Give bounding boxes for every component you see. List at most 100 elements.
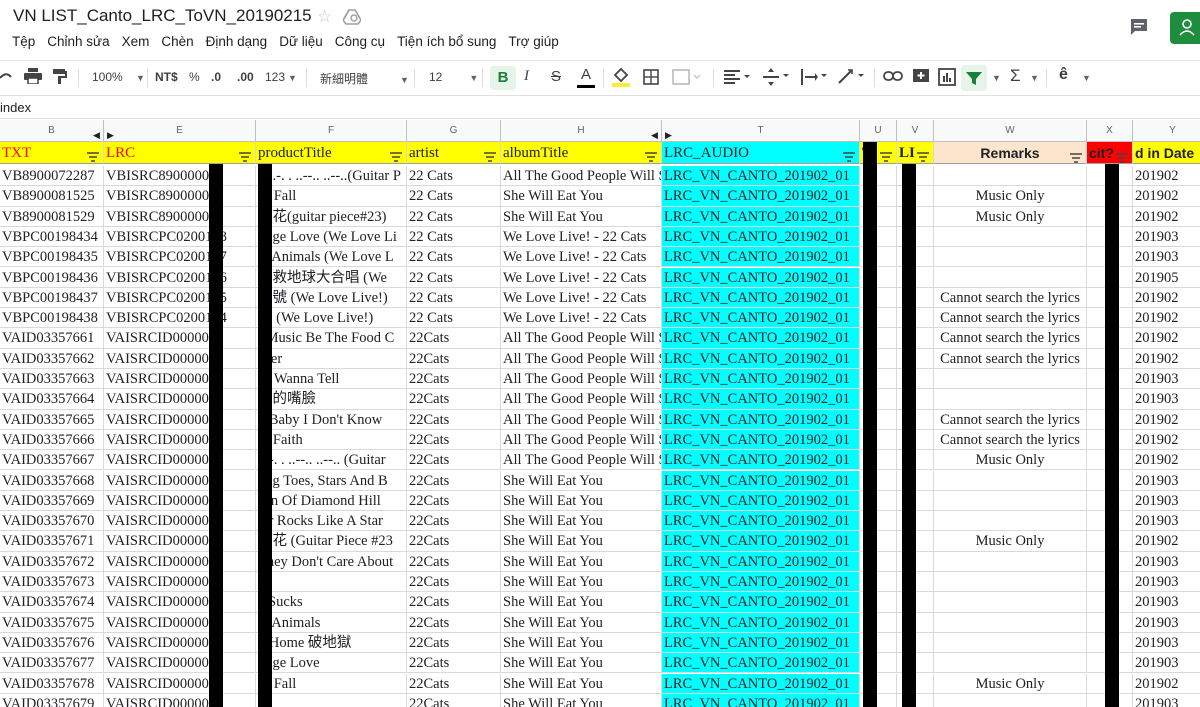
cell-lrc-audio[interactable]: LRC_VN_CANTO_201902_01 [662,673,860,694]
cell-added-date[interactable]: 201903 [1133,694,1200,707]
cell-product-title[interactable]: 聲救地球大合唱 (We [256,267,407,288]
cell-artist[interactable]: 22Cats [407,450,501,471]
cell-product-title[interactable]: w Animals (We Love L [256,247,407,268]
cell-lrc-audio[interactable]: LRC_VN_CANTO_201902_01 [662,612,860,633]
cell-txt[interactable]: VAID03357673 [0,572,104,593]
cell-added-date[interactable]: 201903 [1133,247,1200,268]
cell-lrc[interactable]: VAISRCID0000046 [104,409,256,430]
cell-added-date[interactable]: 201903 [1133,613,1200,633]
cell-artist[interactable]: 22Cats [407,673,501,694]
cell-remarks[interactable]: Music Only [934,206,1087,227]
cell-txt[interactable]: VB8900081529 [0,206,104,227]
cell-product-title[interactable]: 吸 [256,693,407,707]
cell-added-date[interactable]: 201902 [1133,207,1200,227]
cell-lrc-audio[interactable]: LRC_VN_CANTO_201902_01 [662,653,860,674]
cell-lrc[interactable]: VBISRCPC0200158 [104,226,256,248]
document-title[interactable]: VN LIST_Canto_LRC_ToVN_20190215 [13,6,312,26]
cell-remarks[interactable]: Music Only [934,531,1087,552]
cell-remarks[interactable] [934,226,1087,248]
cell-lrc-audio[interactable]: LRC_VN_CANTO_201902_01 [662,450,860,471]
insert-comment-icon[interactable] [912,68,930,89]
header-album-title[interactable]: albumTitle [501,142,662,164]
cell-txt[interactable]: VBPC00198438 [0,308,104,329]
cell-remarks[interactable]: Music Only [934,673,1087,694]
cell-product-title[interactable]: n Baby I Don't Know [256,409,407,430]
cell-added-date[interactable]: 201902 [1133,186,1200,207]
cell-added-date[interactable]: 201902 [1133,328,1200,349]
cell-lrc-audio[interactable]: LRC_VN_CANTO_201902_01 [662,409,860,430]
cell-remarks[interactable]: Cannot search the lyrics [934,328,1087,349]
zoom-select[interactable]: 100% ▼ [92,70,145,84]
cell-lrc[interactable]: VAISRCID0000058 [104,653,256,674]
insert-link-icon[interactable] [883,69,903,86]
cell-txt[interactable]: VAID03357672 [0,551,104,572]
header-explicit[interactable]: cit? [1087,142,1133,164]
cell-album-title[interactable]: She Will Eat You [501,531,662,552]
cell-remarks[interactable] [934,653,1087,674]
cell-txt[interactable]: VBPC00198434 [0,226,104,248]
column-header-u[interactable]: U [860,120,897,142]
cell-lrc-audio[interactable]: LRC_VN_CANTO_201902_01 [662,429,860,451]
column-header-w[interactable]: W [934,120,1087,142]
cell-txt[interactable]: VAID03357675 [0,612,104,633]
cell-txt[interactable]: VAID03357671 [0,531,104,552]
cell-album-title[interactable]: We Love Live! - 22 Cats [501,267,662,288]
cell-added-date[interactable]: 201902 [1133,410,1200,430]
filter-dropdown-icon[interactable]: ▼ [992,73,1001,83]
cell-lrc[interactable]: VAISRCID0000041 [104,369,256,390]
cell-remarks[interactable] [934,693,1087,707]
cell-lrc-audio[interactable]: LRC_VN_CANTO_201902_01 [662,369,860,390]
currency-format-button[interactable]: NT$ [155,70,178,84]
cell-product-title[interactable]: ung Toes, Stars And B [256,470,407,491]
cell-artist[interactable]: 22Cats [407,348,501,369]
cell-product-title[interactable]: . .-. . ..--.. ..--.. (Guitar [256,450,407,471]
cell-lrc[interactable]: VBISRC89000005 [104,206,256,227]
header-li[interactable]: LI [897,142,934,164]
cell-artist[interactable]: 22Cats [407,470,501,491]
cell-added-date[interactable]: 201905 [1133,268,1200,288]
cell-remarks[interactable]: Cannot search the lyrics [934,348,1087,369]
menu-tools[interactable]: Công cụ [335,34,385,52]
cell-artist[interactable]: 22 Cats [407,287,501,309]
cell-added-date[interactable]: 201902 [1133,349,1200,369]
cell-product-title[interactable]: sper [256,348,407,369]
cell-album-title[interactable]: She Will Eat You [501,470,662,491]
cell-txt[interactable]: VB8900072287 [0,166,104,187]
cell-lrc-audio[interactable]: LRC_VN_CANTO_201902_01 [662,572,860,593]
functions-dropdown-icon[interactable]: ▼ [1030,73,1039,83]
share-button[interactable] [1170,12,1200,44]
cell-remarks[interactable]: Cannot search the lyrics [934,429,1087,451]
cell-txt[interactable]: VAID03357663 [0,369,104,390]
cell-lrc[interactable]: VBISRCPC0200157 [104,247,256,268]
cell-remarks[interactable] [934,592,1087,613]
cell-lrc-audio[interactable]: LRC_VN_CANTO_201902_01 [662,287,860,309]
cell-lrc-audio[interactable]: LRC_VN_CANTO_201902_01 [662,470,860,491]
cell-added-date[interactable]: 201903 [1133,369,1200,390]
text-wrap-icon[interactable] [801,68,831,89]
cell-remarks[interactable] [934,511,1087,532]
borders-icon[interactable] [643,69,659,88]
decrease-decimal-button[interactable]: .0 [211,70,221,84]
bold-button[interactable]: B [490,66,516,90]
cell-remarks[interactable]: Cannot search the lyrics [934,287,1087,309]
header-txt[interactable]: TXT [0,142,104,164]
cell-added-date[interactable]: 201903 [1133,389,1200,410]
header-product-title[interactable]: productTitle [256,142,407,164]
menu-insert[interactable]: Chèn [161,34,193,52]
cell-product-title[interactable]: 轉花 (Guitar Piece #23 [256,531,407,552]
cell-artist[interactable]: 22Cats [407,612,501,633]
cell-added-date[interactable]: 201903 [1133,471,1200,491]
cell-txt[interactable]: VAID03357664 [0,389,104,410]
cell-txt[interactable]: VAID03357666 [0,429,104,451]
cell-album-title[interactable]: All The Good People Will S [501,369,662,390]
cell-lrc[interactable]: VAISRCID0000054 [104,490,256,512]
cell-product-title[interactable]: . . .-. . ..--.. ..--..(Guitar P [256,166,407,187]
cell-remarks[interactable]: Music Only [934,186,1087,207]
cell-artist[interactable]: 22 Cats [407,247,501,268]
cell-remarks[interactable] [934,490,1087,512]
cell-txt[interactable]: VAID03357679 [0,693,104,707]
cell-artist[interactable]: 22Cats [407,490,501,512]
cell-product-title[interactable]: e Sucks [256,592,407,613]
cell-artist[interactable]: 22Cats [407,693,501,707]
cell-lrc-audio[interactable]: LRC_VN_CANTO_201902_01 [662,328,860,349]
